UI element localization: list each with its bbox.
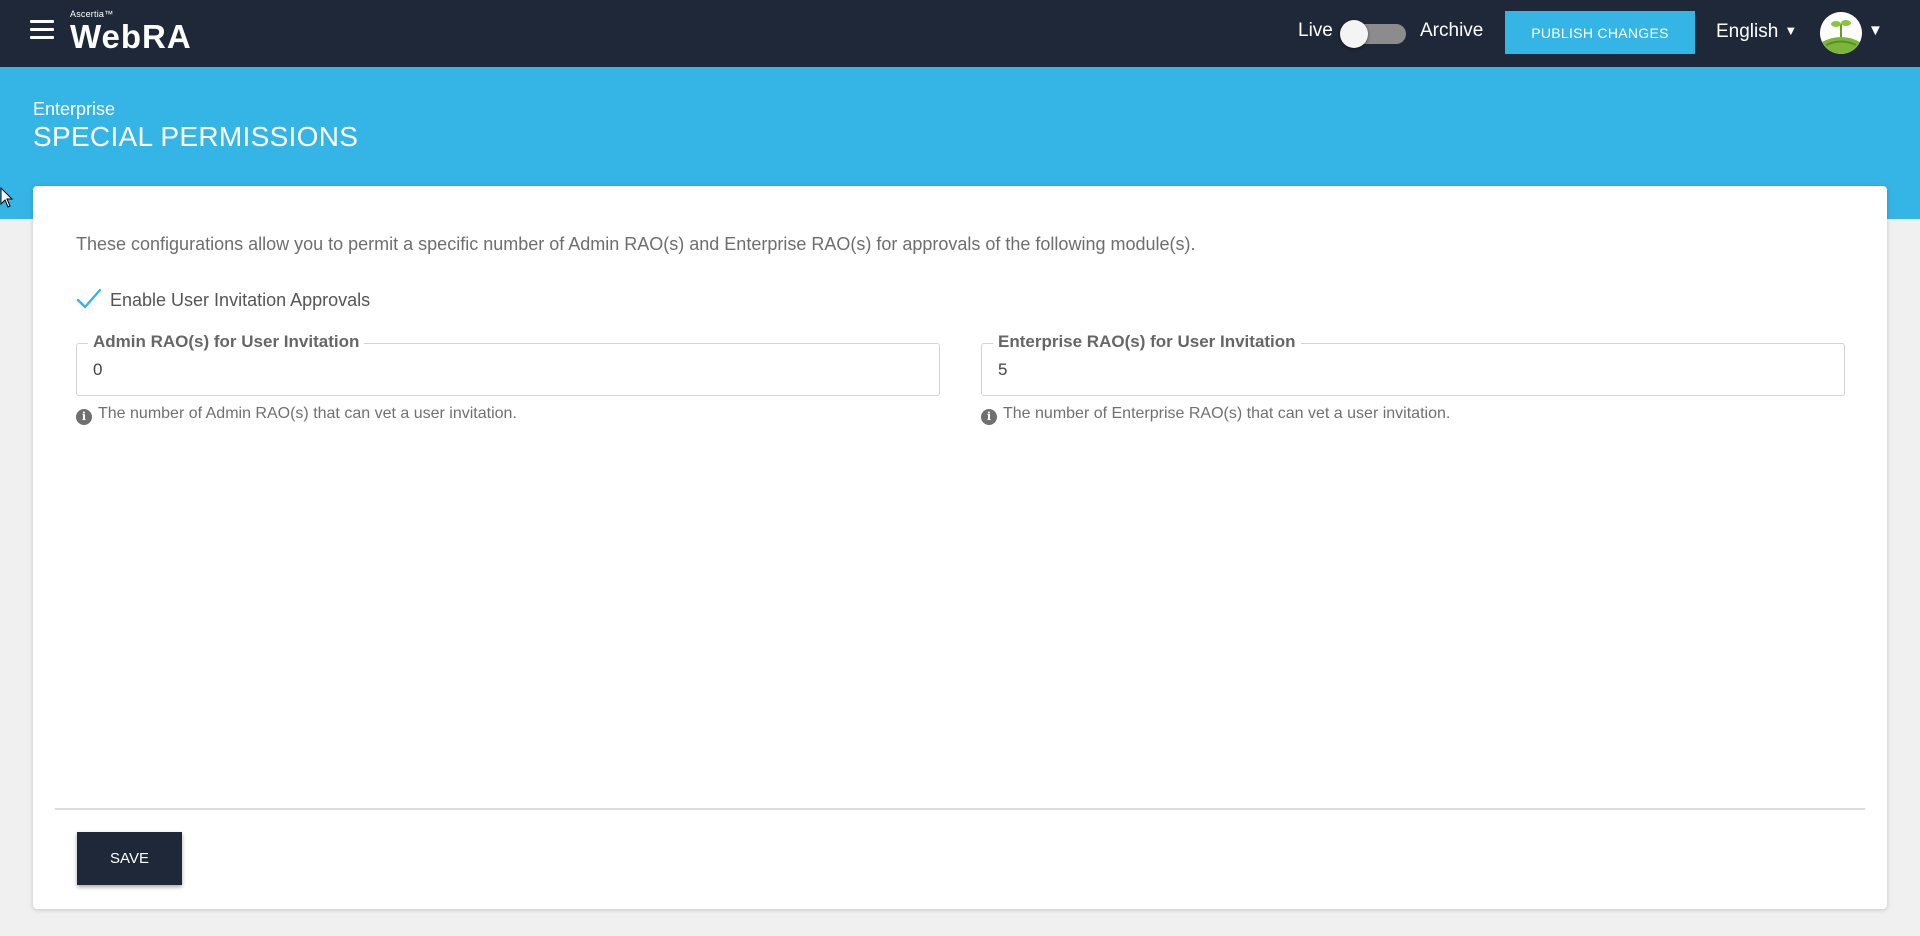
hamburger-icon[interactable] (30, 20, 54, 42)
admin-rao-hint: i The number of Admin RAO(s) that can vet… (76, 405, 517, 425)
admin-rao-hint-text: The number of Admin RAO(s) that can vet … (98, 405, 517, 422)
avatar-icon[interactable] (1820, 12, 1862, 54)
save-button[interactable]: SAVE (77, 832, 182, 885)
language-label: English (1716, 21, 1779, 42)
user-menu-chevron-icon[interactable]: ▼ (1868, 22, 1883, 39)
mouse-cursor-icon (0, 187, 14, 208)
admin-rao-input[interactable] (93, 360, 923, 380)
admin-rao-field: Admin RAO(s) for User Invitation (76, 332, 940, 396)
footer-divider (55, 808, 1865, 810)
mode-live-label: Live (1298, 20, 1333, 41)
checkbox-label: Enable User Invitation Approvals (110, 290, 371, 310)
brand-logo: Ascertia™ WebRA (70, 9, 192, 55)
enterprise-rao-hint: i The number of Enterprise RAO(s) that ca… (981, 405, 1450, 425)
info-icon: i (76, 409, 92, 425)
enterprise-rao-hint-text: The number of Enterprise RAO(s) that can… (1003, 405, 1451, 422)
live-archive-toggle[interactable] (1340, 20, 1406, 48)
language-selector[interactable]: English ▼ (1716, 21, 1797, 43)
permissions-card: These configurations allow you to permit… (33, 186, 1887, 909)
chevron-down-icon: ▼ (1784, 23, 1798, 38)
description-text: These configurations allow you to permit… (76, 234, 1196, 254)
checkmark-icon (76, 288, 102, 309)
page-title: SPECIAL PERMISSIONS (33, 121, 359, 152)
publish-changes-button[interactable]: PUBLISH CHANGES (1505, 11, 1695, 54)
enterprise-rao-field: Enterprise RAO(s) for User Invitation (981, 332, 1845, 396)
breadcrumb[interactable]: Enterprise (33, 99, 115, 120)
top-navbar: Ascertia™ WebRA Live Archive PUBLISH CHA… (0, 0, 1920, 67)
brand-name: WebRA (70, 18, 192, 55)
info-icon: i (981, 409, 997, 425)
mode-archive-label: Archive (1420, 20, 1484, 41)
enterprise-rao-input[interactable] (998, 360, 1828, 380)
admin-rao-label: Admin RAO(s) for User Invitation (88, 332, 365, 352)
toggle-knob (1340, 20, 1368, 48)
enterprise-rao-label: Enterprise RAO(s) for User Invitation (993, 332, 1301, 352)
